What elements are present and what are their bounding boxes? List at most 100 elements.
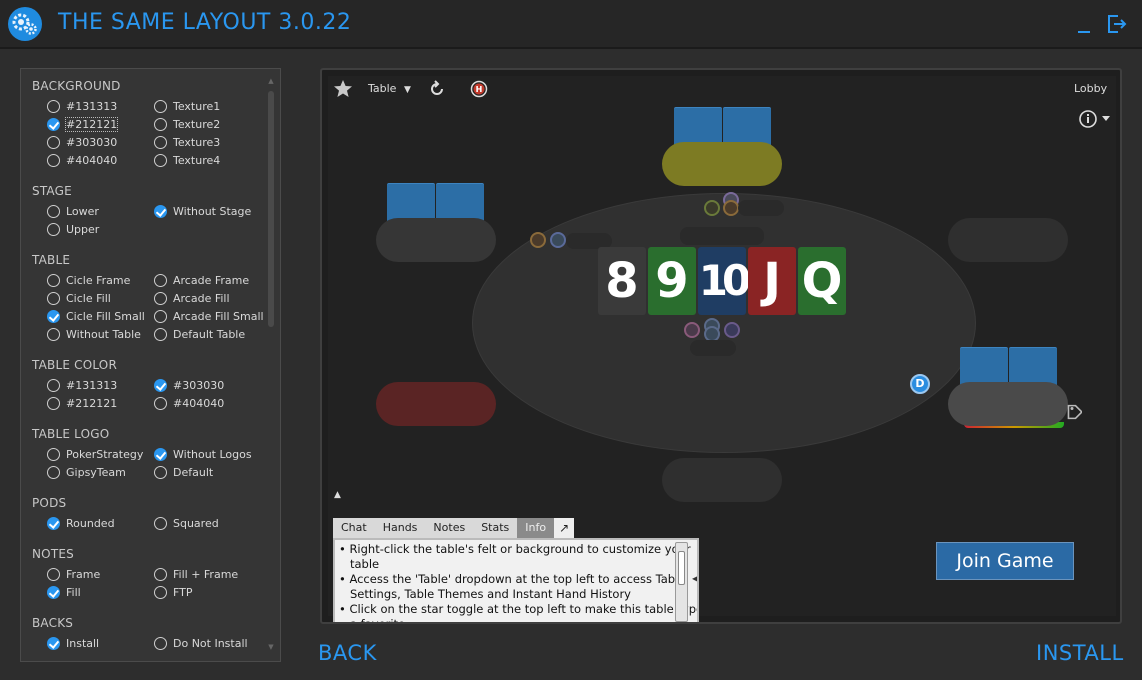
option-label: #212121	[64, 116, 119, 132]
back-button[interactable]: BACK	[318, 641, 377, 665]
option-radio[interactable]: Default	[154, 464, 213, 480]
option-radio[interactable]: #404040	[154, 395, 224, 411]
option-radio[interactable]: FTP	[154, 584, 193, 600]
player-pod-top-left[interactable]	[376, 218, 496, 262]
option-label: #212121	[66, 396, 118, 410]
info-scrollbar-thumb[interactable]	[678, 551, 685, 585]
option-radio[interactable]: #404040	[47, 152, 117, 168]
option-radio[interactable]: Texture4	[154, 152, 220, 168]
resize-handle-icon[interactable]: ◀	[692, 574, 697, 583]
radio-unchecked-icon	[47, 99, 60, 113]
refresh-icon[interactable]	[428, 80, 446, 98]
minimize-button[interactable]	[1072, 12, 1096, 36]
option-radio[interactable]: #303030	[154, 377, 224, 393]
option-radio[interactable]: Cicle Frame	[47, 272, 130, 288]
option-label: Install	[66, 636, 100, 650]
info-scrollbar[interactable]	[675, 542, 688, 622]
radio-unchecked-icon	[47, 135, 60, 149]
scroll-up-icon[interactable]: ▲	[265, 77, 277, 85]
info-icon	[1079, 110, 1110, 128]
option-label: Texture1	[173, 99, 221, 113]
settings-scrollbar-thumb[interactable]	[268, 91, 274, 327]
radio-unchecked-icon	[154, 465, 167, 479]
option-radio[interactable]: Upper	[47, 221, 99, 237]
player-pod-bottom[interactable]	[662, 458, 782, 502]
option-radio[interactable]: Arcade Fill Small	[154, 308, 264, 324]
board-card: Q	[798, 247, 846, 315]
hand-history-icon[interactable]: H	[470, 80, 488, 98]
exit-button[interactable]	[1104, 12, 1128, 36]
option-radio[interactable]: PokerStrategy	[47, 446, 143, 462]
table-dropdown[interactable]: Table ▼	[368, 82, 411, 95]
radio-unchecked-icon	[154, 327, 167, 341]
option-radio[interactable]: Texture1	[154, 98, 220, 114]
option-label: Default Table	[173, 327, 246, 341]
radio-checked-icon	[47, 117, 60, 131]
radio-unchecked-icon	[47, 396, 60, 410]
info-menu[interactable]	[1078, 109, 1114, 133]
option-radio[interactable]: Texture2	[154, 116, 220, 132]
popout-icon[interactable]: ↗	[554, 518, 575, 538]
option-radio[interactable]: Do Not Install	[154, 635, 248, 651]
join-game-button[interactable]: Join Game	[936, 542, 1074, 580]
collapse-up-icon[interactable]: ▲	[334, 490, 341, 500]
radio-unchecked-icon	[47, 222, 60, 236]
chip	[723, 200, 739, 216]
lobby-link[interactable]: Lobby	[1074, 82, 1107, 95]
install-button[interactable]: INSTALL	[1036, 641, 1124, 665]
option-radio[interactable]: Without Logos	[154, 446, 252, 462]
option-radio[interactable]: Texture3	[154, 134, 220, 150]
option-radio[interactable]: Fill + Frame	[154, 566, 238, 582]
option-radio[interactable]: #212121	[47, 395, 117, 411]
option-label: Texture4	[173, 153, 221, 167]
option-radio[interactable]: Rounded	[47, 515, 115, 531]
option-radio[interactable]: Install	[47, 635, 99, 651]
option-label: Fill	[66, 585, 81, 599]
tab-hands[interactable]: Hands	[375, 518, 426, 538]
favorite-star-icon[interactable]	[333, 79, 353, 99]
option-radio[interactable]: Cicle Fill Small	[47, 308, 145, 324]
radio-unchecked-icon	[154, 396, 167, 410]
radio-unchecked-icon	[47, 447, 60, 461]
option-radio[interactable]: #303030	[47, 134, 117, 150]
player-pod-right[interactable]	[948, 218, 1068, 262]
option-radio[interactable]: Without Stage	[154, 203, 251, 219]
radio-unchecked-icon	[154, 636, 167, 650]
scroll-down-icon[interactable]: ▼	[265, 643, 277, 651]
option-radio[interactable]: Fill	[47, 584, 81, 600]
option-label: Cicle Fill Small	[66, 309, 145, 323]
dealer-button: D	[910, 374, 930, 394]
option-label: Texture2	[173, 117, 221, 131]
player-pod-hero[interactable]	[948, 382, 1068, 426]
option-radio[interactable]: Lower	[47, 203, 99, 219]
tab-stats[interactable]: Stats	[473, 518, 517, 538]
option-label: Arcade Fill Small	[173, 309, 264, 323]
option-radio[interactable]: #131313	[47, 377, 117, 393]
tab-chat[interactable]: Chat	[333, 518, 375, 538]
option-label: Cicle Fill	[66, 291, 111, 305]
option-radio[interactable]: #131313	[47, 98, 117, 114]
option-radio[interactable]: Cicle Fill	[47, 290, 111, 306]
tab-info[interactable]: Info	[517, 518, 555, 538]
option-radio[interactable]: Arcade Fill	[154, 290, 230, 306]
option-radio[interactable]: Frame	[47, 566, 100, 582]
option-label: Arcade Fill	[173, 291, 230, 305]
radio-unchecked-icon	[154, 291, 167, 305]
option-radio[interactable]: #212121	[47, 116, 119, 132]
option-label: #404040	[66, 153, 118, 167]
radio-checked-icon	[47, 309, 60, 323]
bet-placeholder	[690, 340, 736, 356]
option-radio[interactable]: Arcade Frame	[154, 272, 249, 288]
option-label: #131313	[66, 378, 118, 392]
option-radio[interactable]: Without Table	[47, 326, 141, 342]
option-radio[interactable]: GipsyTeam	[47, 464, 126, 480]
tab-notes[interactable]: Notes	[425, 518, 473, 538]
player-pod-top[interactable]	[662, 142, 782, 186]
player-pod-left[interactable]	[376, 382, 496, 426]
option-label: Upper	[66, 222, 100, 236]
option-label: #303030	[66, 135, 118, 149]
section-title: STAGE	[32, 184, 72, 198]
option-radio[interactable]: Squared	[154, 515, 219, 531]
tag-icon[interactable]	[1062, 402, 1082, 422]
option-radio[interactable]: Default Table	[154, 326, 245, 342]
